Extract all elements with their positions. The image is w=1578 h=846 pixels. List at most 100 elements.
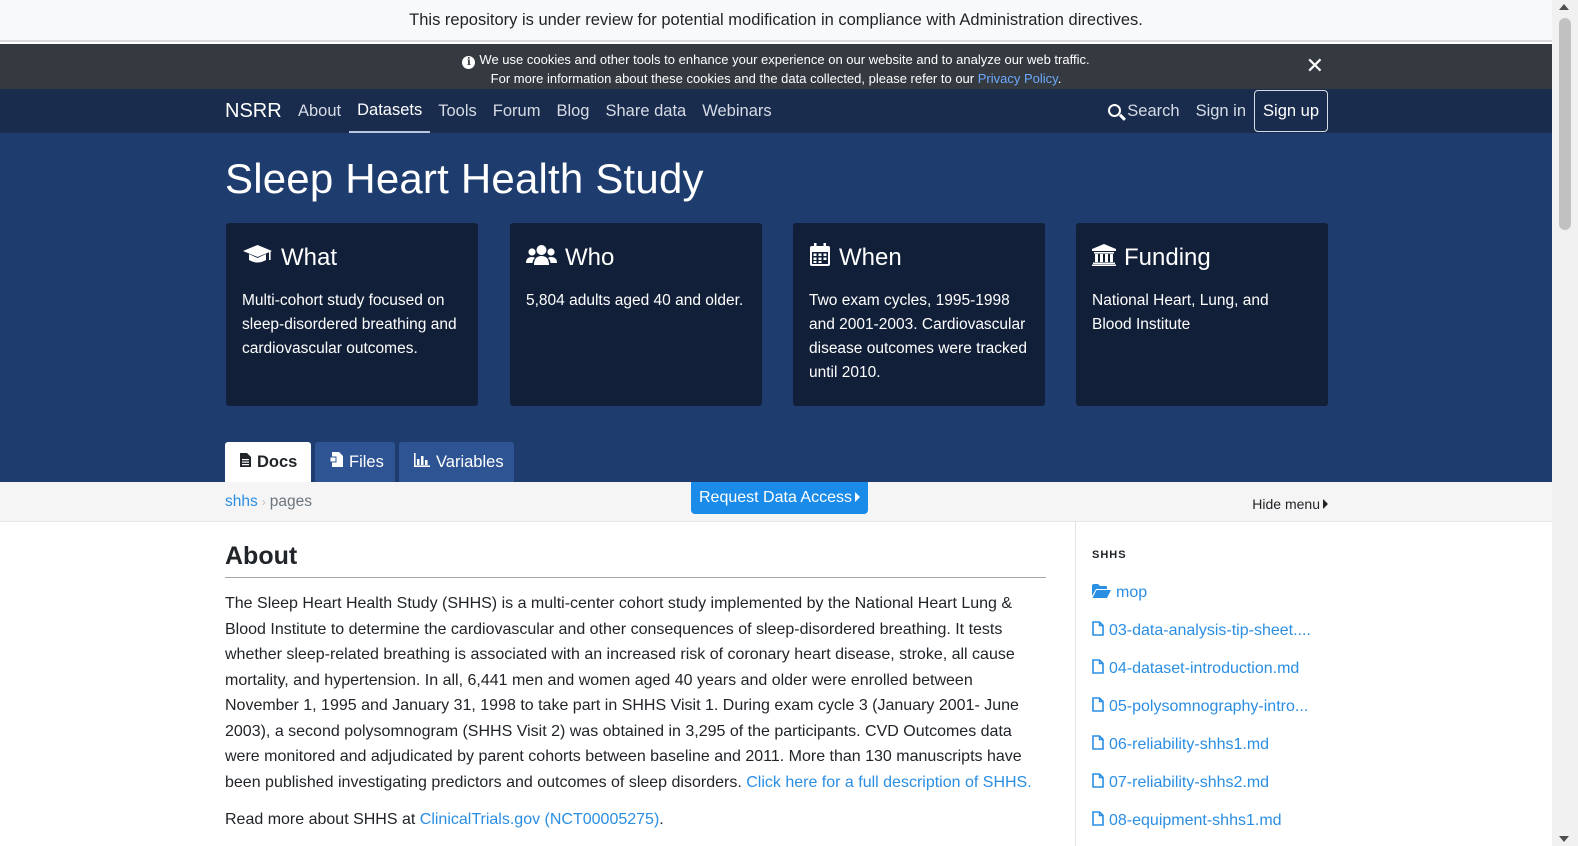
sign-up-button[interactable]: Sign up bbox=[1254, 90, 1328, 132]
sidebar-item-file[interactable]: 06-reliability-shhs1.md bbox=[1092, 726, 1335, 764]
sidebar-item-label: 07-reliability-shhs2.md bbox=[1109, 774, 1270, 791]
card-body: National Heart, Lung, and Blood Institut… bbox=[1092, 292, 1269, 333]
tab-variables-label: Variables bbox=[436, 452, 504, 471]
users-icon bbox=[526, 244, 557, 273]
caret-right-icon bbox=[854, 492, 860, 502]
request-data-access-label: Request Data Access bbox=[699, 489, 852, 506]
close-icon[interactable]: ✕ bbox=[1306, 54, 1324, 78]
tab-variables[interactable]: Variables bbox=[399, 442, 514, 482]
full-description-link[interactable]: Click here for a full description of SHH… bbox=[746, 774, 1031, 791]
nav-item-tools[interactable]: Tools bbox=[430, 89, 485, 133]
nav-item-about[interactable]: About bbox=[290, 89, 349, 133]
hero-section: Sleep Heart Health Study What Multi-coho… bbox=[0, 133, 1552, 482]
file-icon bbox=[1092, 659, 1104, 679]
sidebar-item-label: 08-equipment-shhs1.md bbox=[1109, 812, 1282, 829]
card-body: 5,804 adults aged 40 and older. bbox=[526, 292, 744, 309]
tab-files-label: Files bbox=[349, 452, 384, 471]
folder-open-icon bbox=[1092, 583, 1111, 603]
breadcrumb-separator: › bbox=[261, 495, 266, 509]
bar-chart-icon bbox=[414, 452, 430, 472]
sidebar-item-label: 05-polysomnography-intro... bbox=[1109, 698, 1309, 715]
file-icon bbox=[1092, 735, 1104, 755]
sign-in-link[interactable]: Sign in bbox=[1188, 89, 1254, 133]
file-icon bbox=[1092, 811, 1104, 831]
card-header: Who bbox=[526, 241, 746, 275]
sidebar-item-file[interactable]: 08-equipment-shhs1.md bbox=[1092, 802, 1335, 840]
sidebar-item-label: 06-reliability-shhs1.md bbox=[1109, 736, 1270, 753]
card-body: Two exam cycles, 1995-1998 and 2001-2003… bbox=[809, 292, 1027, 381]
tab-files[interactable]: Files bbox=[315, 442, 395, 482]
card-title: When bbox=[839, 244, 902, 271]
sidebar-item-mop[interactable]: mop bbox=[1092, 574, 1335, 612]
search-link[interactable]: Search bbox=[1100, 89, 1187, 133]
read-more-suffix: . bbox=[659, 811, 664, 828]
cookie-line-2-suffix: . bbox=[1057, 71, 1062, 86]
card-title: Who bbox=[565, 244, 615, 271]
cookie-banner: i We use cookies and other tools to enhan… bbox=[0, 44, 1552, 89]
review-notice-banner: This repository is under review for pote… bbox=[0, 0, 1552, 42]
file-icon bbox=[1092, 621, 1104, 641]
graduation-cap-icon bbox=[242, 244, 273, 273]
cookie-message: We use cookies and other tools to enhanc… bbox=[479, 52, 1090, 67]
file-icon bbox=[1092, 697, 1104, 717]
read-more-paragraph: Read more about SHHS at ClinicalTrials.g… bbox=[225, 811, 1047, 829]
card-body: Multi-cohort study focused on sleep-diso… bbox=[242, 292, 457, 357]
hide-menu-button[interactable]: Hide menu bbox=[1252, 496, 1328, 512]
scroll-down-arrow-icon[interactable] bbox=[1559, 836, 1569, 842]
card-title: What bbox=[281, 244, 338, 271]
sidebar-item-file[interactable]: 03-data-analysis-tip-sheet.... bbox=[1092, 612, 1335, 650]
sidebar-item-label: 04-dataset-introduction.md bbox=[1109, 660, 1300, 677]
info-circle-icon: i bbox=[462, 56, 476, 69]
privacy-policy-link[interactable]: Privacy Policy bbox=[978, 71, 1058, 86]
cookie-more-info: For more information about these cookies… bbox=[490, 71, 978, 86]
page: This repository is under review for pote… bbox=[0, 0, 1552, 846]
search-label: Search bbox=[1127, 102, 1180, 120]
about-paragraph: The Sleep Heart Health Study (SHHS) is a… bbox=[225, 591, 1046, 795]
nav-item-datasets[interactable]: Datasets bbox=[349, 89, 431, 133]
sidebar-item-file[interactable]: 07-reliability-shhs2.md bbox=[1092, 764, 1335, 802]
main-content: About The Sleep Heart Health Study (SHHS… bbox=[225, 522, 1047, 829]
scroll-up-arrow-icon[interactable] bbox=[1559, 4, 1569, 10]
sidebar-item-label: mop bbox=[1116, 584, 1148, 601]
tab-docs[interactable]: Docs bbox=[225, 442, 311, 482]
vertical-scrollbar[interactable] bbox=[1552, 0, 1578, 846]
top-navbar: NSRR About Datasets Tools Forum Blog Sha… bbox=[0, 89, 1552, 133]
calendar-icon bbox=[809, 242, 831, 274]
request-data-access-button[interactable]: Request Data Access bbox=[691, 482, 868, 514]
breadcrumb-shhs[interactable]: shhs bbox=[225, 493, 258, 510]
info-card-what: What Multi-cohort study focused on sleep… bbox=[226, 223, 478, 406]
clinicaltrials-link[interactable]: ClinicalTrials.gov (NCT00005275) bbox=[420, 811, 660, 828]
nav-right: Search Sign in Sign up bbox=[1100, 89, 1328, 133]
info-card-who: Who 5,804 adults aged 40 and older. bbox=[510, 223, 762, 406]
sidebar-title: SHHS bbox=[1092, 549, 1127, 561]
card-title: Funding bbox=[1124, 244, 1211, 271]
scrollbar-thumb[interactable] bbox=[1559, 18, 1571, 230]
nav-item-share-data[interactable]: Share data bbox=[597, 89, 694, 133]
sub-navigation-bar: shhs › pages Request Data Access Hide menu bbox=[0, 482, 1552, 522]
file-icon bbox=[1092, 773, 1104, 793]
nav-item-webinars[interactable]: Webinars bbox=[694, 89, 779, 133]
nav-links: About Datasets Tools Forum Blog Share da… bbox=[290, 89, 780, 133]
sidebar-item-label: 03-data-analysis-tip-sheet.... bbox=[1109, 622, 1311, 639]
about-text: The Sleep Heart Health Study (SHHS) is a… bbox=[225, 595, 1022, 791]
breadcrumb: shhs › pages bbox=[225, 482, 312, 522]
hide-menu-label: Hide menu bbox=[1252, 496, 1320, 512]
tab-docs-label: Docs bbox=[257, 452, 298, 471]
breadcrumb-pages: pages bbox=[269, 493, 312, 510]
card-header: When bbox=[809, 241, 1029, 275]
info-card-when: When Two exam cycles, 1995-1998 and 2001… bbox=[793, 223, 1045, 406]
section-title: About bbox=[225, 542, 1046, 578]
nav-item-forum[interactable]: Forum bbox=[485, 89, 549, 133]
review-notice-text: This repository is under review for pote… bbox=[409, 11, 1143, 29]
nav-item-blog[interactable]: Blog bbox=[548, 89, 597, 133]
page-title: Sleep Heart Health Study bbox=[225, 155, 704, 202]
info-card-funding: Funding National Heart, Lung, and Blood … bbox=[1076, 223, 1328, 406]
sidebar-item-file[interactable]: 04-dataset-introduction.md bbox=[1092, 650, 1335, 688]
caret-right-icon bbox=[1323, 499, 1328, 509]
docs-sidebar: SHHS mop 03-data-analysis-tip-sheet.... … bbox=[1075, 522, 1335, 846]
sidebar-item-file[interactable]: 05-polysomnography-intro... bbox=[1092, 688, 1335, 726]
brand-logo[interactable]: NSRR bbox=[225, 89, 282, 133]
university-icon bbox=[1092, 243, 1116, 273]
read-more-text: Read more about SHHS at bbox=[225, 811, 420, 828]
file-text-icon bbox=[240, 452, 251, 472]
